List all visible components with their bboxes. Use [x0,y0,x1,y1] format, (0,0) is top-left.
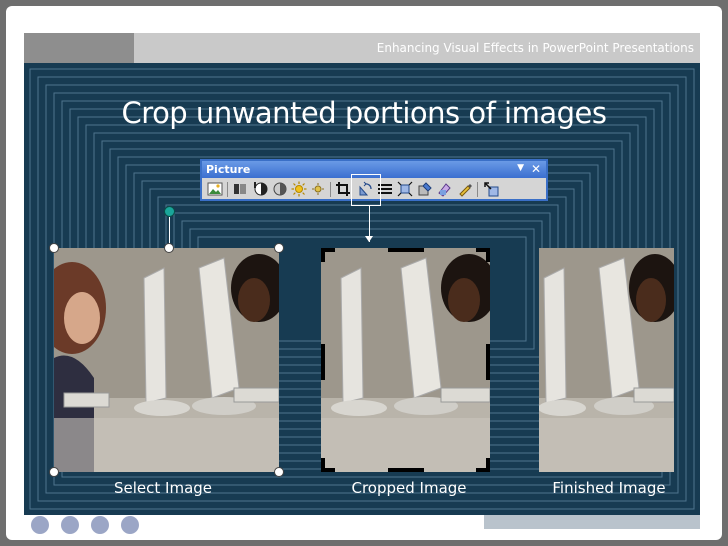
pointer-arrow-icon [365,236,373,242]
footer-dot [61,516,79,534]
toolbar-separator [227,182,228,197]
rotation-line [169,216,170,244]
caption-select-image: Select Image [113,479,213,497]
caption-cropped-image: Cropped Image [351,479,467,497]
resize-handle-top-right[interactable] [274,243,284,253]
crop-handle[interactable] [486,458,490,472]
toolbar-separator [477,182,478,197]
resize-handle-bottom-left[interactable] [49,467,59,477]
crop-handle[interactable] [321,344,325,380]
reset-picture-icon[interactable] [483,181,499,197]
footer-dot [121,516,139,534]
toolbar-separator [330,182,331,197]
office-photo [321,248,490,472]
office-photo [54,248,279,472]
less-contrast-icon[interactable] [272,181,288,197]
insert-picture-icon[interactable] [207,181,223,197]
more-brightness-icon[interactable] [291,181,307,197]
slide-title: Crop unwanted portions of images [121,96,607,130]
less-brightness-icon[interactable] [310,181,326,197]
toolbar-title: Picture [206,163,251,176]
header-accent [24,33,134,63]
crop-handle[interactable] [486,344,490,380]
crop-handle[interactable] [388,248,424,252]
crop-handle[interactable] [321,458,325,472]
crop-icon[interactable] [335,181,351,197]
resize-handle-top-left[interactable] [49,243,59,253]
crop-handle[interactable] [388,468,424,472]
footer-bar [484,515,700,529]
recolor-picture-icon[interactable] [417,181,433,197]
footer-dot [31,516,49,534]
header-bar: Enhancing Visual Effects in PowerPoint P… [24,33,700,63]
footer-dot [91,516,109,534]
select-image[interactable] [54,248,279,472]
color-icon[interactable] [232,181,248,197]
caption-finished-image: Finished Image [552,479,666,497]
deck-title: Enhancing Visual Effects in PowerPoint P… [376,41,694,55]
more-contrast-icon[interactable] [253,181,269,197]
format-picture-icon[interactable] [437,181,453,197]
office-photo [539,248,674,472]
close-icon[interactable]: ✕ [531,162,541,176]
rotation-handle[interactable] [164,206,175,217]
crop-button-highlight [351,174,381,206]
resize-handle-bottom-right[interactable] [274,467,284,477]
cropped-image[interactable] [321,248,490,472]
finished-image[interactable] [539,248,674,472]
compress-pictures-icon[interactable] [397,181,413,197]
crop-handle[interactable] [321,248,325,262]
resize-handle-top[interactable] [164,243,174,253]
set-transparent-color-icon[interactable] [457,181,473,197]
crop-handle[interactable] [486,248,490,262]
toolbar-options-icon[interactable]: ▼ [517,163,524,173]
